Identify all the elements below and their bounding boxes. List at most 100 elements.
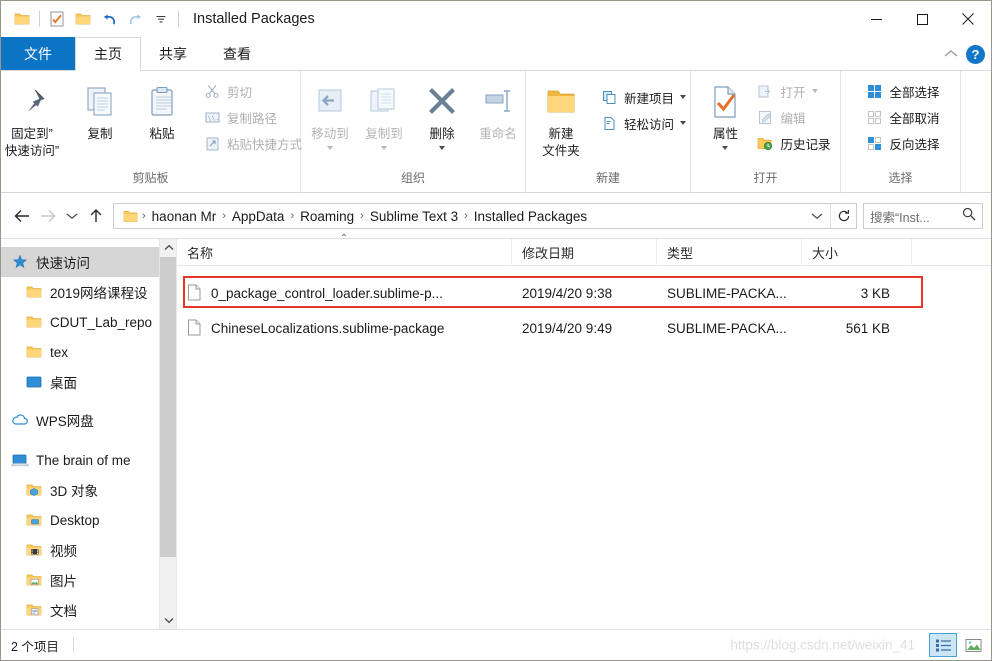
- breadcrumb-item-3[interactable]: Sublime Text 3: [365, 209, 463, 224]
- undo-icon[interactable]: [96, 6, 122, 32]
- column-header-type[interactable]: 类型: [657, 238, 802, 266]
- sidebar-item-cdut-lab-repo[interactable]: CDUT_Lab_repo: [1, 307, 176, 337]
- search-icon[interactable]: [962, 207, 976, 226]
- open-icon: [756, 82, 774, 100]
- easy-access-label: 轻松访问: [624, 117, 675, 132]
- cut-button[interactable]: 剪切: [199, 79, 306, 103]
- tab-file[interactable]: 文件: [1, 37, 75, 70]
- copy-to-label: 复制到: [365, 127, 403, 141]
- tab-home[interactable]: 主页: [75, 37, 141, 71]
- help-button[interactable]: ?: [966, 44, 985, 64]
- delete-caret-icon[interactable]: [439, 145, 445, 150]
- sidebar-item-desktop[interactable]: Desktop: [1, 505, 176, 535]
- file-name-cell[interactable]: ChineseLocalizations.sublime-package: [177, 319, 512, 337]
- column-header-size[interactable]: 大小: [802, 238, 912, 266]
- sidebar-item-tex[interactable]: tex: [1, 337, 176, 367]
- paste-shortcut-button[interactable]: 粘贴快捷方式: [199, 131, 306, 155]
- details-view-button[interactable]: [929, 633, 957, 657]
- column-header-date[interactable]: 修改日期: [512, 238, 657, 266]
- search-input[interactable]: 搜索“Inst...: [870, 207, 958, 226]
- breadcrumb-item-4[interactable]: Installed Packages: [469, 209, 592, 224]
- paste-shortcut-icon: [203, 134, 221, 152]
- scroll-up-icon[interactable]: [160, 239, 176, 256]
- rename-button[interactable]: 重命名: [469, 77, 527, 143]
- up-button[interactable]: [83, 203, 109, 229]
- navigation-scroll-thumb[interactable]: [160, 257, 176, 557]
- tab-share[interactable]: 共享: [141, 37, 205, 70]
- sidebar-item-wps-cloud[interactable]: WPS网盘: [1, 405, 176, 435]
- open-caret-icon[interactable]: [811, 89, 818, 93]
- navigation-scrollbar[interactable]: [159, 239, 176, 629]
- breadcrumb-item-0[interactable]: haonan Mr: [147, 209, 222, 224]
- move-to-button[interactable]: 移动到: [303, 77, 357, 150]
- copy-path-button[interactable]: \\.. 复制路径: [199, 105, 306, 129]
- sidebar-label-desktop-cn: 桌面: [50, 376, 77, 391]
- sidebar-label-wps-cloud: WPS网盘: [36, 414, 94, 429]
- edit-button[interactable]: 编辑: [752, 105, 834, 129]
- clipboard-small-buttons: 剪切 \\.. 复制路径 粘贴快捷方式: [199, 77, 306, 155]
- folder-icon[interactable]: [9, 6, 35, 32]
- sidebar-label-2019-course: 2019网络课程设: [50, 286, 148, 301]
- breadcrumb-folder-icon[interactable]: [120, 210, 141, 223]
- sidebar-item-desktop-cn[interactable]: 桌面: [1, 367, 176, 397]
- file-name-cell[interactable]: 0_package_control_loader.sublime-p...: [177, 284, 512, 302]
- address-box[interactable]: › haonan Mr › AppData › Roaming › Sublim…: [113, 203, 857, 229]
- sidebar-item-pictures[interactable]: 图片: [1, 565, 176, 595]
- new-item-caret-icon[interactable]: [680, 95, 687, 99]
- forward-button[interactable]: [35, 203, 61, 229]
- easy-access-button[interactable]: 轻松访问: [596, 111, 690, 135]
- properties-icon[interactable]: [44, 6, 70, 32]
- redo-icon[interactable]: [122, 6, 148, 32]
- new-folder-button[interactable]: 新建 文件夹: [532, 77, 590, 160]
- sidebar-item-2019-course[interactable]: 2019网络课程设: [1, 277, 176, 307]
- sidebar-item-videos[interactable]: 视频: [1, 535, 176, 565]
- copy-to-icon: [367, 81, 401, 123]
- column-label-size: 大小: [812, 245, 839, 261]
- tab-view[interactable]: 查看: [205, 37, 269, 70]
- recent-locations-button[interactable]: [61, 203, 83, 229]
- sidebar-item-quick-access[interactable]: 快速访问: [1, 247, 176, 277]
- sidebar-item-this-pc[interactable]: The brain of me: [1, 445, 176, 475]
- copy-to-caret-icon[interactable]: [381, 145, 387, 150]
- large-icons-view-button[interactable]: [959, 633, 987, 657]
- customize-dropdown-icon[interactable]: [148, 6, 174, 32]
- sidebar-item-3d-objects[interactable]: 3D 对象: [1, 475, 176, 505]
- file-date-cell: 2019/4/20 9:49: [522, 320, 613, 336]
- scroll-down-icon[interactable]: [160, 612, 176, 629]
- paste-button[interactable]: 粘贴: [131, 77, 193, 143]
- minimize-button[interactable]: [853, 1, 899, 37]
- maximize-button[interactable]: [899, 1, 945, 37]
- table-row[interactable]: 0_package_control_loader.sublime-p... 20…: [177, 279, 991, 307]
- table-row[interactable]: ChineseLocalizations.sublime-package 201…: [177, 314, 991, 342]
- address-dropdown-button[interactable]: [804, 204, 830, 228]
- breadcrumb-item-1[interactable]: AppData: [227, 209, 290, 224]
- column-header-name[interactable]: ⌃ 名称: [177, 233, 512, 266]
- copy-to-button[interactable]: 复制到: [357, 77, 411, 150]
- breadcrumb-item-2[interactable]: Roaming: [295, 209, 359, 224]
- file-explorer-window: Installed Packages 文件 主页 共享 查看 ? 固定到” 快速…: [0, 0, 992, 661]
- easy-access-caret-icon[interactable]: [680, 121, 687, 125]
- sidebar-label-cdut-lab-repo: CDUT_Lab_repo: [50, 314, 153, 330]
- sidebar-item-documents[interactable]: 文档: [1, 595, 176, 625]
- search-box[interactable]: 搜索“Inst...: [863, 203, 983, 229]
- invert-selection-button[interactable]: 反向选择: [861, 131, 943, 155]
- properties-button[interactable]: 属性: [702, 77, 748, 150]
- move-to-caret-icon[interactable]: [327, 145, 333, 150]
- paste-icon: [145, 81, 179, 123]
- new-folder-icon[interactable]: [70, 6, 96, 32]
- pin-to-quick-access-button[interactable]: 固定到” 快速访问”: [1, 77, 69, 160]
- file-name-text: 0_package_control_loader.sublime-p...: [211, 285, 443, 301]
- open-button[interactable]: 打开: [752, 79, 834, 103]
- properties-caret-icon[interactable]: [722, 145, 729, 150]
- select-none-button[interactable]: 全部取消: [861, 105, 943, 129]
- collapse-ribbon-icon[interactable]: [944, 45, 958, 63]
- refresh-button[interactable]: [830, 204, 856, 228]
- close-button[interactable]: [945, 1, 991, 37]
- navigation-pane: 快速访问 2019网络课程设 CDUT_Lab_repo tex 桌面 WPS网…: [1, 239, 177, 629]
- new-item-button[interactable]: 新建项目: [596, 85, 690, 109]
- delete-button[interactable]: 删除: [415, 77, 469, 150]
- history-button[interactable]: 历史记录: [752, 131, 834, 155]
- back-button[interactable]: [9, 203, 35, 229]
- select-all-button[interactable]: 全部选择: [861, 79, 943, 103]
- copy-button[interactable]: 复制: [69, 77, 131, 143]
